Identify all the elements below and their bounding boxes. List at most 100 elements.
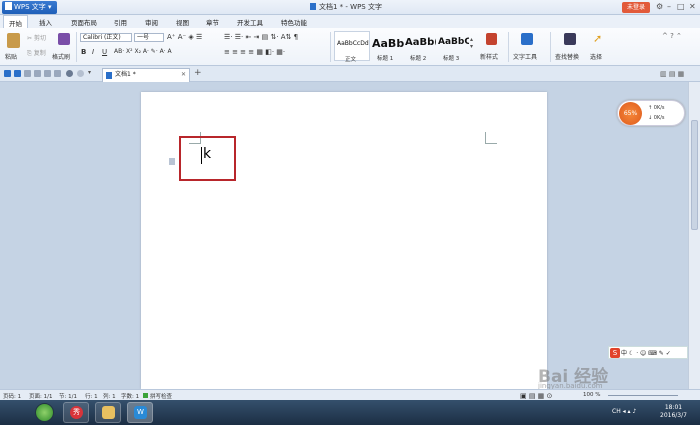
status-section: 节: 1/1: [59, 394, 77, 400]
tab-developer[interactable]: 开发工具: [237, 17, 263, 27]
print-preview-icon[interactable]: [44, 70, 51, 77]
tab-bar-right-icons[interactable]: ▥ ▤ ▦: [660, 70, 684, 78]
export-icon[interactable]: [54, 70, 61, 77]
redo-icon[interactable]: [77, 70, 84, 77]
taskbar-app-1[interactable]: 秀: [63, 402, 89, 423]
italic-button[interactable]: I: [92, 48, 94, 56]
paste-icon[interactable]: [7, 33, 20, 48]
undo-icon[interactable]: [66, 70, 73, 77]
tab-home[interactable]: 开始: [3, 15, 28, 28]
ribbon-options-icons[interactable]: ^ ? ⌃: [662, 32, 682, 40]
document-icon: [310, 3, 316, 10]
download-speed: ↓ 0K/s: [648, 115, 665, 121]
new-style-button[interactable]: 新样式: [480, 52, 498, 61]
binoculars-icon[interactable]: [564, 33, 576, 45]
spell-check-toggle[interactable]: 拼写检查: [143, 392, 172, 400]
divider: [76, 32, 77, 62]
new-tab-button[interactable]: +: [194, 68, 202, 78]
highlight-box: [179, 136, 236, 181]
tab-insert[interactable]: 插入: [39, 17, 52, 27]
speed-percent: 65%: [619, 102, 642, 125]
format-painter-button[interactable]: 格式刷: [52, 52, 70, 61]
status-column: 列: 1: [103, 394, 116, 400]
divider: [508, 32, 509, 62]
tab-references[interactable]: 引用: [114, 17, 127, 27]
font-grow-button[interactable]: A⁺ A⁻ ◈ ☰: [167, 33, 202, 41]
minimize-icon[interactable]: –: [667, 2, 671, 11]
save-icon[interactable]: [14, 70, 21, 77]
font-name-select[interactable]: Calibri (正文): [80, 33, 132, 42]
cursor-select-icon[interactable]: ➚: [593, 32, 602, 45]
workspace: k: [0, 82, 688, 389]
system-clock[interactable]: 18:01 2016/3/7: [660, 404, 687, 420]
text-tools-icon[interactable]: [521, 33, 533, 45]
status-page-number: 页码: 1: [3, 394, 22, 400]
print-icon[interactable]: [34, 70, 41, 77]
status-word-count[interactable]: 字数: 1: [121, 392, 139, 400]
style-heading-1[interactable]: AaBb 标题 1: [371, 31, 404, 62]
network-speed-widget[interactable]: 65% ↑ 0K/s ↓ 0K/s: [617, 100, 685, 126]
login-button[interactable]: 未登录: [622, 2, 650, 13]
style-heading-3[interactable]: AaBbC 标题 3: [437, 31, 469, 62]
tab-review[interactable]: 审阅: [145, 17, 158, 27]
tab-features[interactable]: 特色功能: [281, 17, 307, 27]
windows-taskbar: 秀 W CH ◂ ▴ ♪ 18:01 2016/3/7: [0, 400, 700, 425]
font-size-select[interactable]: 一号: [134, 33, 164, 42]
align-toolbar[interactable]: ≡ ≡ ≡ ≡ ▦ ◧· ▦·: [224, 48, 285, 56]
document-tab-bar: ▾ 文档1 * ✕ + ▥ ▤ ▦: [0, 66, 700, 82]
scroll-thumb[interactable]: [691, 120, 698, 230]
divider: [330, 32, 331, 62]
system-tray[interactable]: CH ◂ ▴ ♪: [612, 408, 636, 415]
copy-button[interactable]: ⎘ 复制: [27, 48, 46, 58]
find-replace-button[interactable]: 查找替换: [555, 52, 579, 61]
tab-document1[interactable]: 文档1 * ✕: [102, 68, 190, 82]
open-icon[interactable]: [24, 70, 31, 77]
wps-logo-icon: [5, 2, 12, 10]
status-row: 行: 1: [85, 394, 98, 400]
taskbar-explorer[interactable]: [95, 402, 121, 423]
sogou-icon: S: [610, 348, 620, 358]
tab-view[interactable]: 视图: [176, 17, 189, 27]
bullets-toolbar[interactable]: ☰· ☰· ⇤ ⇥ ▤ ⇅· A⇅ ¶: [224, 33, 298, 41]
zoom-slider[interactable]: [608, 395, 678, 396]
new-doc-icon[interactable]: [4, 70, 11, 77]
styles-scroll-arrows[interactable]: ▴ ▾: [470, 36, 473, 50]
window-title: 文档1 * - WPS 文字: [310, 2, 382, 12]
maximize-icon[interactable]: □: [677, 2, 685, 11]
bold-button[interactable]: B: [81, 48, 86, 56]
style-normal[interactable]: AaBbCcDd 正文: [334, 31, 370, 63]
new-style-icon[interactable]: [486, 33, 497, 45]
app-menu-button[interactable]: WPS 文字 ▾: [2, 1, 57, 14]
view-mode-icons[interactable]: ▣ ▤ ▦ ⊙: [520, 392, 552, 400]
underline-button[interactable]: U: [102, 48, 107, 56]
menu-bar: 开始 插入 页面布局 引用 审阅 视图 章节 开发工具 特色功能: [0, 15, 700, 28]
zoom-level[interactable]: 100 %: [583, 392, 600, 398]
spell-check-icon: [143, 393, 148, 398]
text-tools-button[interactable]: 文字工具: [513, 52, 537, 61]
close-tab-icon[interactable]: ✕: [181, 69, 186, 81]
upload-speed: ↑ 0K/s: [648, 105, 665, 111]
paste-button[interactable]: 粘贴: [5, 52, 17, 61]
select-button[interactable]: 选择: [590, 52, 602, 61]
format-painter-icon[interactable]: [58, 33, 70, 45]
divider: [550, 32, 551, 62]
ime-toolbar[interactable]: S中 ☾ · ☺ ⌨ ✎ ✓: [608, 346, 688, 359]
start-button[interactable]: [35, 403, 54, 422]
taskbar-wps-writer[interactable]: W: [127, 402, 153, 423]
status-bar: 页码: 1 页面: 1/1 节: 1/1 行: 1 列: 1 字数: 1 拼写检…: [0, 389, 700, 400]
document-icon: [106, 72, 112, 79]
ribbon: 粘贴 ✂ 剪切 ⎘ 复制 格式刷 Calibri (正文) 一号 A⁺ A⁻ ◈…: [0, 28, 700, 66]
text-effects-toolbar[interactable]: AB· X² X₂ A· ✎· A· A: [114, 48, 172, 55]
cut-button[interactable]: ✂ 剪切: [27, 33, 46, 42]
tab-page-layout[interactable]: 页面布局: [71, 17, 97, 27]
vertical-scrollbar[interactable]: [688, 82, 700, 389]
settings-icon[interactable]: ⚙: [656, 2, 663, 11]
app-red-icon: 秀: [70, 406, 83, 419]
style-heading-2[interactable]: AaBb( 标题 2: [404, 31, 437, 62]
margin-corner-mark: [485, 132, 497, 144]
quick-access-dropdown-icon[interactable]: ▾: [88, 69, 91, 76]
title-bar: WPS 文字 ▾ 文档1 * - WPS 文字 未登录 ⚙ – □ ✕: [0, 0, 700, 15]
tab-chapter[interactable]: 章节: [206, 17, 219, 27]
folder-icon: [102, 406, 115, 419]
close-icon[interactable]: ✕: [689, 2, 696, 11]
